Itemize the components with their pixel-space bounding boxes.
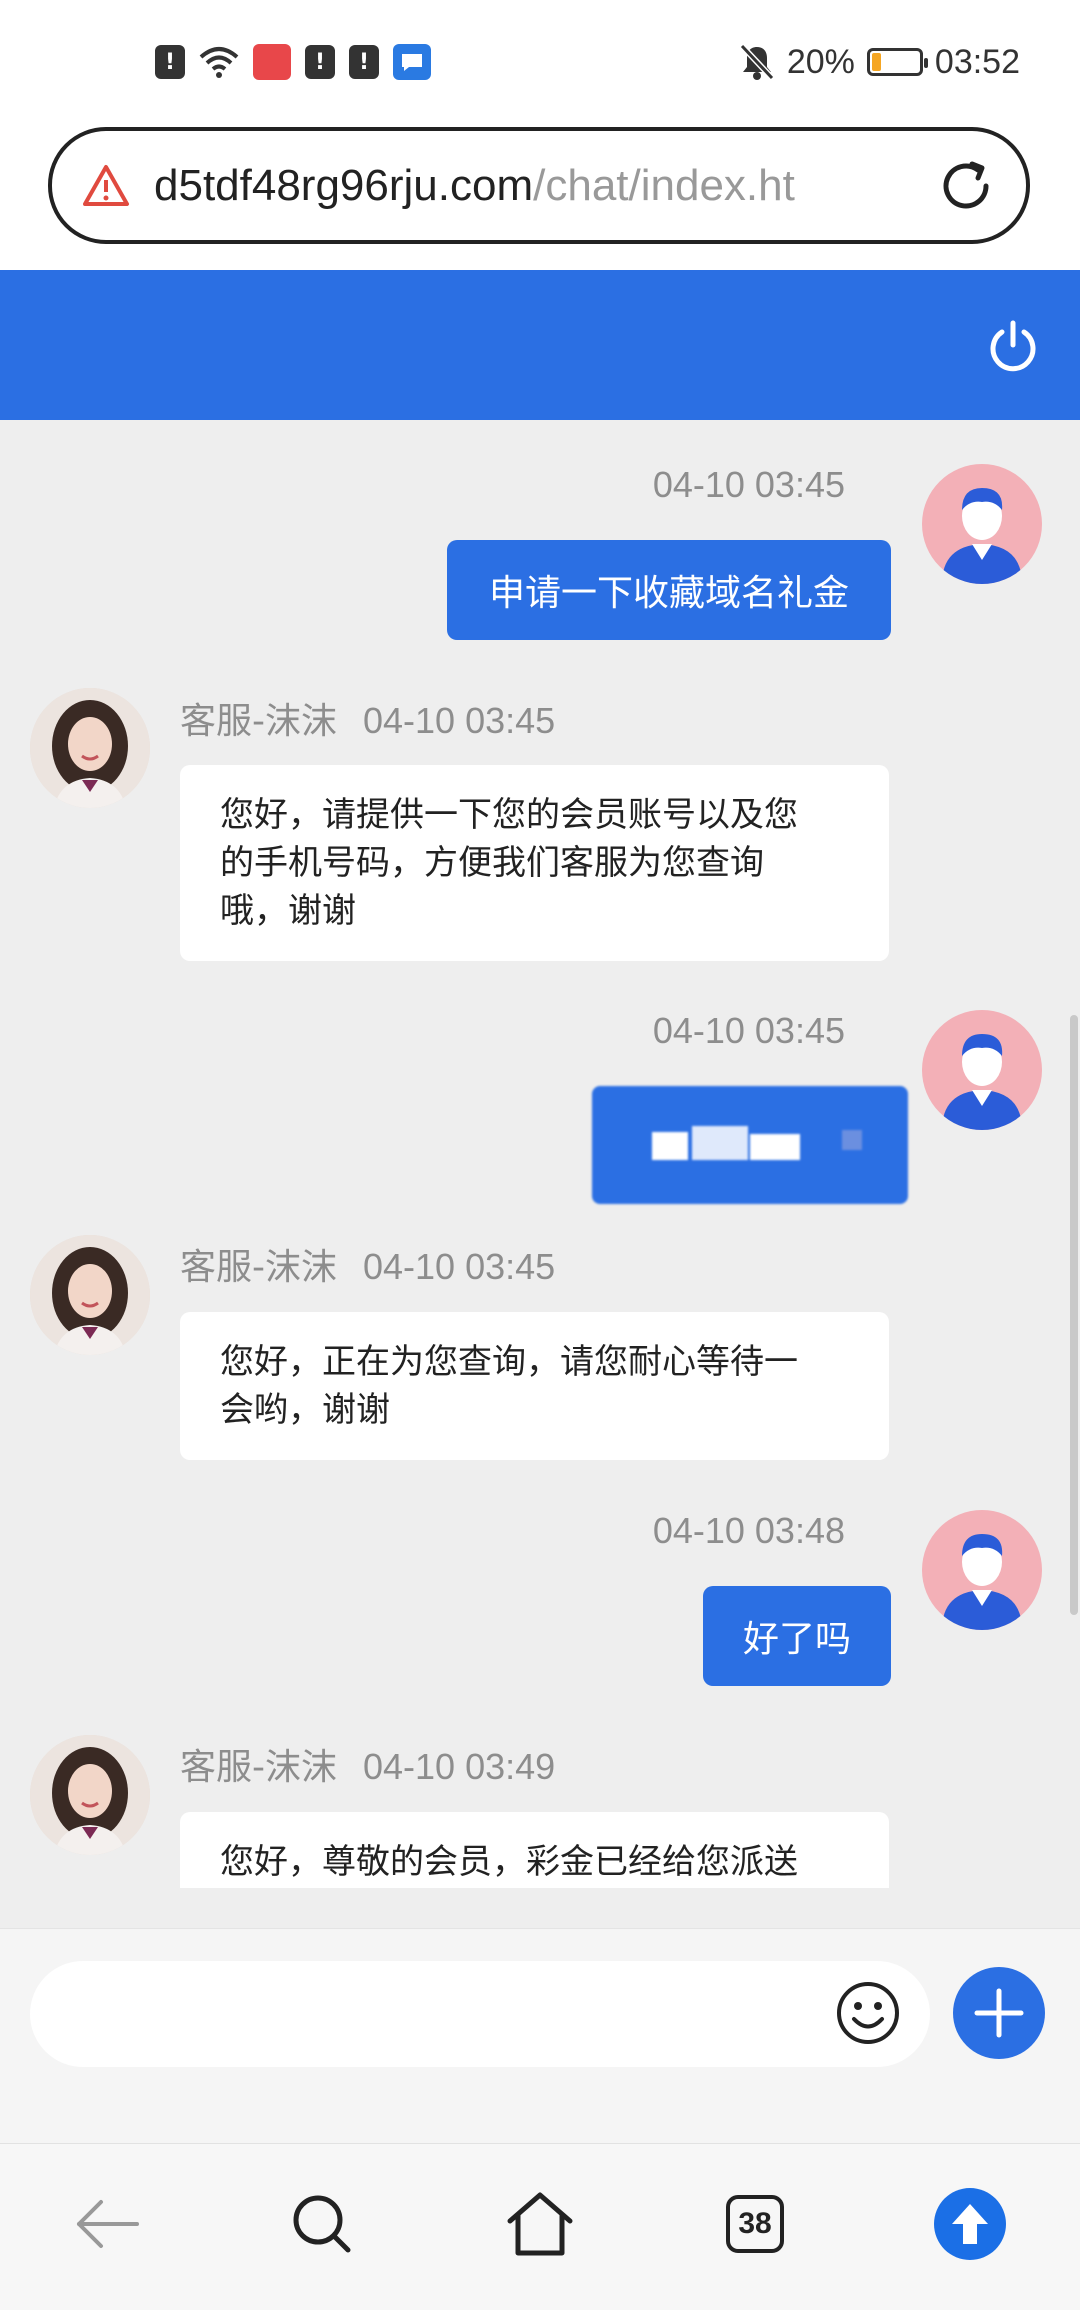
- message-time: 04-10 03:48: [652, 1510, 845, 1551]
- bell-off-icon: [739, 43, 775, 81]
- battery-fill: [871, 53, 882, 71]
- chat-messages[interactable]: 04-10 03:45 申请一下收藏域名礼金 客服-沫沫 04-10 03:45 …: [0, 420, 1080, 1928]
- wifi-icon: [199, 45, 239, 79]
- message-line: 会哟，谢谢: [220, 1390, 390, 1430]
- search-icon: [293, 2195, 351, 2253]
- tabs-button[interactable]: 38: [715, 2184, 795, 2264]
- alert-icon: !: [349, 45, 379, 79]
- smiley-icon[interactable]: [835, 1980, 901, 2046]
- chat-bottom-fade: [0, 1888, 1080, 1928]
- message-time: 04-10 03:49: [363, 1746, 556, 1787]
- status-bar: ! ! ! 20% 03:52: [0, 0, 1080, 125]
- clock: 03:52: [934, 42, 1020, 81]
- agent-avatar: [30, 1735, 150, 1855]
- message-time: 04-10 03:45: [652, 464, 845, 505]
- tabs-count: 38: [726, 2195, 784, 2253]
- message-input[interactable]: [30, 1961, 930, 2067]
- user-avatar: [922, 1510, 1042, 1630]
- notification-icons: ! ! !: [155, 40, 431, 84]
- message-line: 的手机号码，方便我们客服为您查询: [220, 843, 764, 883]
- agent-name: 客服-沫沫 04-10 03:49: [180, 1746, 556, 1788]
- home-icon: [507, 2192, 573, 2256]
- message-time: 04-10 03:45: [363, 700, 556, 741]
- my-message-bubble[interactable]: 好了吗: [703, 1586, 891, 1686]
- huawei-app-icon: [253, 44, 291, 80]
- message-line: 哦，谢谢: [220, 891, 356, 931]
- message-time: 04-10 03:45: [363, 1246, 556, 1287]
- upload-arrow-icon: [934, 2188, 1006, 2260]
- message-app-icon: [393, 44, 431, 80]
- my-message-bubble[interactable]: 申请一下收藏域名礼金: [447, 540, 891, 640]
- back-arrow-icon: [77, 2200, 139, 2248]
- address-bar[interactable]: d5tdf48rg96rju.com/chat/index.ht: [48, 127, 1030, 244]
- message-line: 您好，请提供一下您的会员账号以及您: [220, 795, 798, 835]
- agent-avatar: [30, 1235, 150, 1355]
- agent-message-bubble[interactable]: 您好，正在为您查询，请您耐心等待一 会哟，谢谢: [180, 1312, 889, 1460]
- url-domain: d5tdf48rg96rju.com: [154, 160, 534, 210]
- message-time: 04-10 03:45: [652, 1010, 845, 1051]
- battery-icon: [866, 48, 928, 76]
- browser-bottom-nav: 38: [0, 2143, 1080, 2310]
- home-button[interactable]: [500, 2184, 580, 2264]
- user-avatar: [922, 464, 1042, 584]
- back-button[interactable]: [68, 2184, 148, 2264]
- add-attachment-button[interactable]: [953, 1967, 1045, 2059]
- message-line: 您好，正在为您查询，请您耐心等待一: [220, 1342, 798, 1382]
- agent-name: 客服-沫沫 04-10 03:45: [180, 1246, 556, 1288]
- user-avatar: [922, 1010, 1042, 1130]
- url-path: /chat/index.ht: [533, 160, 795, 210]
- chat-scrollbar[interactable]: [1070, 1015, 1078, 1615]
- battery-percent: 20%: [786, 42, 855, 81]
- alert-icon: !: [305, 45, 335, 79]
- search-button[interactable]: [282, 2184, 362, 2264]
- chat-header: [0, 270, 1080, 420]
- agent-name: 客服-沫沫 04-10 03:45: [180, 700, 556, 742]
- warning-triangle-icon[interactable]: [82, 162, 130, 210]
- status-right: 20% 03:52: [739, 38, 1020, 86]
- message-line: 您好，尊敬的会员，彩金已经给您派送: [220, 1842, 798, 1882]
- url-text[interactable]: d5tdf48rg96rju.com/chat/index.ht: [154, 161, 894, 211]
- alert-icon: !: [155, 45, 185, 79]
- plus-icon: [974, 1988, 1024, 2038]
- message-composer: [0, 1928, 1080, 2143]
- agent-message-bubble[interactable]: 您好，请提供一下您的会员账号以及您 的手机号码，方便我们客服为您查询 哦，谢谢: [180, 765, 889, 961]
- power-icon[interactable]: [984, 318, 1042, 376]
- reload-icon[interactable]: [936, 156, 996, 216]
- upload-button[interactable]: [930, 2184, 1010, 2264]
- agent-avatar: [30, 688, 150, 808]
- redacted-message-bubble[interactable]: [592, 1086, 908, 1204]
